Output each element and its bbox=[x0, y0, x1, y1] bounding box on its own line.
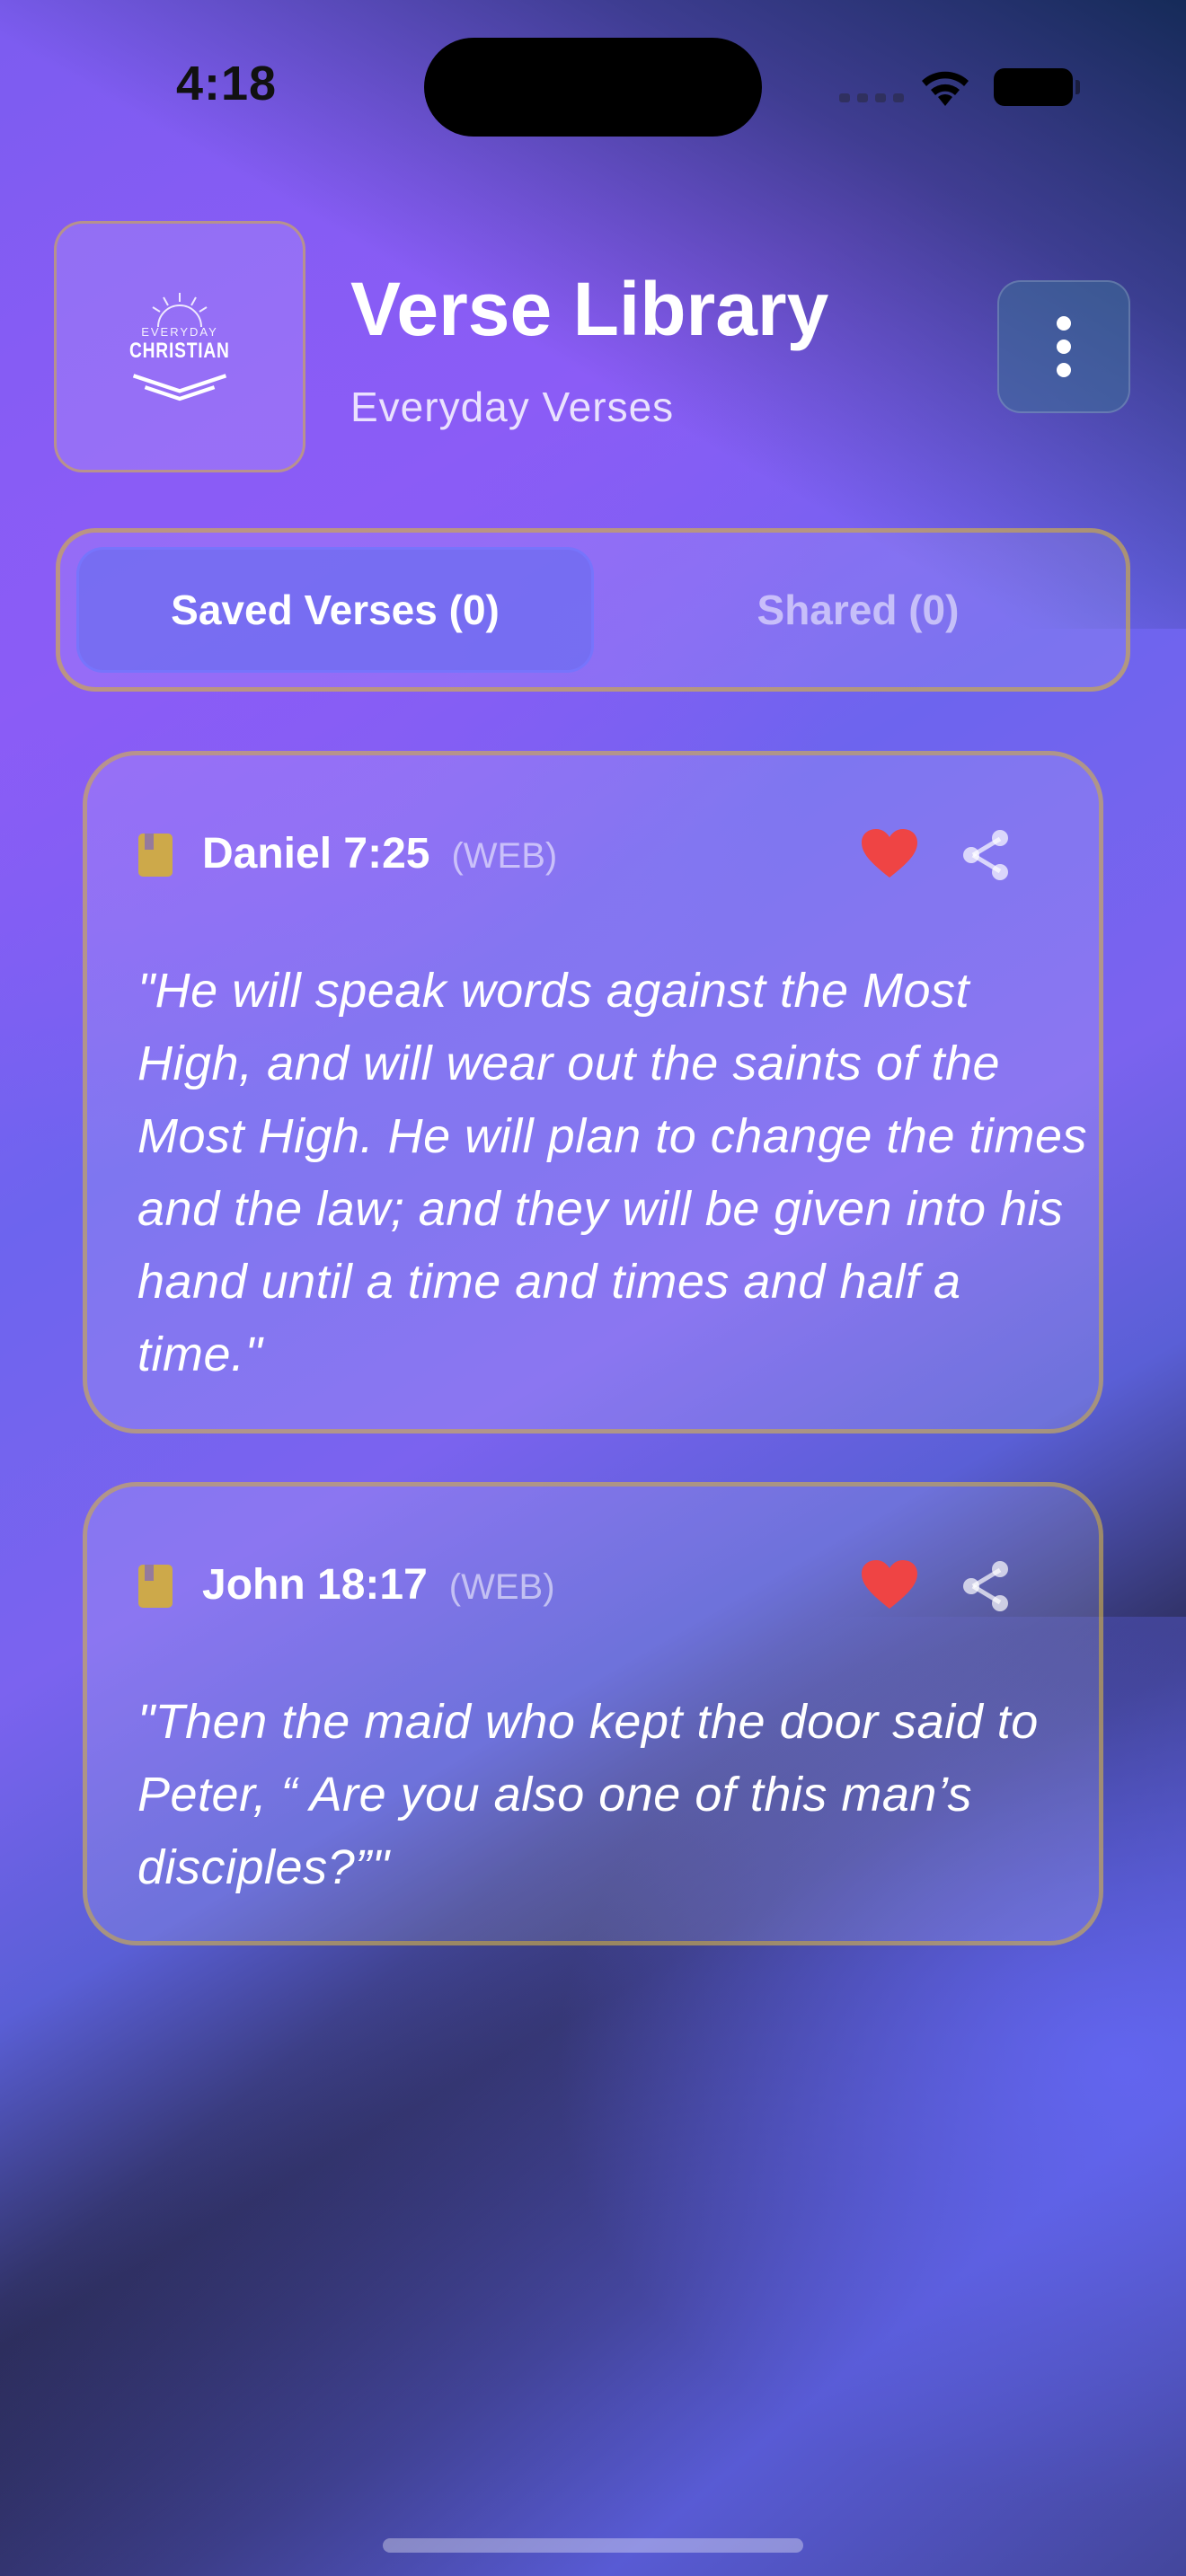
sunrise-icon bbox=[152, 292, 208, 327]
more-vertical-icon bbox=[1057, 316, 1071, 331]
verse-card[interactable]: John 18:17 (WEB) "Then the maid who kept … bbox=[83, 1482, 1103, 1945]
app-logo: EVERYDAY CHRISTIAN bbox=[54, 221, 305, 472]
heart-icon[interactable] bbox=[860, 827, 919, 881]
verse-reference: John 18:17 (WEB) bbox=[202, 1558, 555, 1614]
tab-bar: Saved Verses (0) Shared (0) bbox=[56, 528, 1130, 692]
more-options-button[interactable] bbox=[997, 280, 1130, 413]
dynamic-island bbox=[424, 38, 762, 137]
heart-icon[interactable] bbox=[860, 1558, 919, 1612]
verse-translation: (WEB) bbox=[451, 836, 558, 876]
share-icon[interactable] bbox=[959, 827, 1013, 883]
verse-text: "He will speak words against the Most Hi… bbox=[137, 964, 1087, 1381]
logo-text-christian: CHRISTIAN bbox=[129, 338, 230, 363]
logo-text-everyday: EVERYDAY bbox=[141, 324, 218, 339]
open-book-icon bbox=[132, 373, 227, 401]
verse-card-header: John 18:17 (WEB) bbox=[137, 1558, 1063, 1612]
menu-dot bbox=[1057, 363, 1071, 377]
share-icon[interactable] bbox=[959, 1558, 1013, 1614]
bookmark-book-icon bbox=[138, 834, 173, 877]
home-indicator[interactable] bbox=[383, 2538, 803, 2553]
verse-reference: Daniel 7:25 (WEB) bbox=[202, 827, 557, 883]
status-time: 4:18 bbox=[176, 57, 278, 110]
tab-saved-verses[interactable]: Saved Verses (0) bbox=[76, 547, 594, 673]
verse-text: "Then the maid who kept the door said to… bbox=[137, 1695, 1039, 1894]
menu-dot bbox=[1057, 340, 1071, 354]
cellular-signal-icon bbox=[839, 93, 904, 102]
page-title: Verse Library bbox=[350, 267, 829, 351]
bookmark-book-icon bbox=[138, 1565, 173, 1608]
verse-reference-text: John 18:17 bbox=[202, 1561, 428, 1609]
tab-shared[interactable]: Shared (0) bbox=[599, 547, 1117, 673]
wifi-icon bbox=[922, 71, 969, 106]
page-subtitle: Everyday Verses bbox=[350, 384, 675, 430]
verse-card-header: Daniel 7:25 (WEB) bbox=[137, 827, 1063, 881]
verse-translation: (WEB) bbox=[448, 1567, 555, 1607]
verse-card[interactable]: Daniel 7:25 (WEB) "He will speak words ag… bbox=[83, 751, 1103, 1434]
verse-reference-text: Daniel 7:25 bbox=[202, 830, 430, 878]
battery-icon bbox=[994, 68, 1080, 106]
